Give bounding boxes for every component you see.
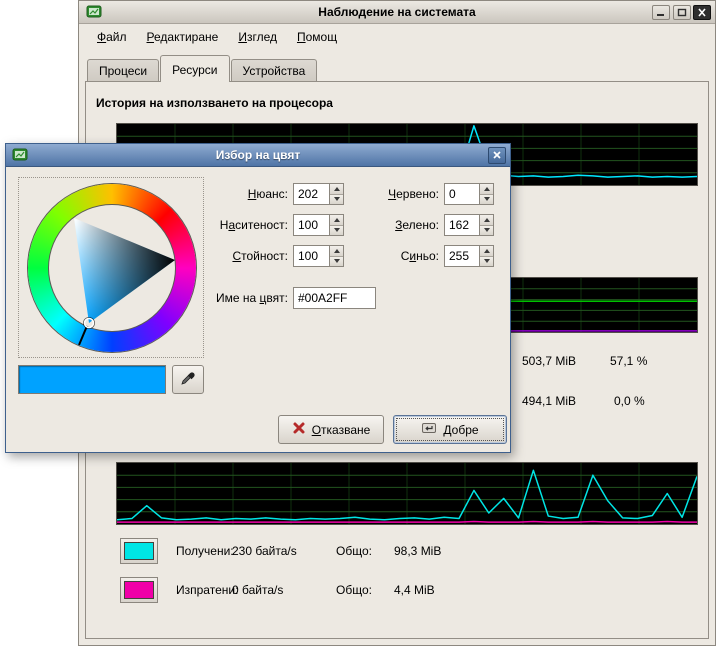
sent-total-label: Общо:: [336, 583, 372, 597]
received-total-label: Общо:: [336, 544, 372, 558]
hue-spin-up[interactable]: [330, 184, 343, 194]
red-spin-up[interactable]: [480, 184, 493, 194]
green-spin-down[interactable]: [480, 225, 493, 236]
menu-help[interactable]: Помощ: [287, 26, 347, 48]
tab-devices[interactable]: Устройства: [231, 59, 318, 82]
value-spin-down[interactable]: [330, 256, 343, 267]
color-name-input[interactable]: #00A2FF: [293, 287, 376, 309]
dialog-titlebar[interactable]: Избор на цвят: [6, 144, 510, 167]
cancel-button[interactable]: Отказване: [278, 415, 384, 444]
hue-ring[interactable]: [28, 184, 196, 352]
menubar: Файл Редактиране Изглед Помощ: [79, 25, 715, 49]
green-spinbox[interactable]: 162: [444, 214, 494, 236]
maximize-icon: [677, 6, 687, 20]
ok-icon: [421, 420, 437, 439]
minimize-button[interactable]: [652, 5, 670, 20]
main-titlebar[interactable]: Наблюдение на системата: [79, 1, 715, 24]
green-label: Зелено:: [356, 214, 439, 236]
menu-edit[interactable]: Редактиране: [137, 26, 229, 48]
desktop: Наблюдение на системата Файл Редактиране…: [0, 0, 717, 647]
color-name-label: Име на цвят:: [156, 287, 288, 309]
eyedropper-icon: [180, 370, 196, 389]
hue-label: Нюанс:: [191, 183, 288, 205]
menu-view[interactable]: Изглед: [228, 26, 287, 48]
blue-spin-up[interactable]: [480, 246, 493, 256]
cancel-icon: [292, 421, 306, 438]
memory-amount: 503,7 MiB: [522, 354, 576, 368]
red-label: Червено:: [356, 183, 439, 205]
green-spin-up[interactable]: [480, 215, 493, 225]
eyedropper-button[interactable]: [172, 365, 204, 394]
close-button[interactable]: [693, 5, 711, 20]
red-spinbox[interactable]: 0: [444, 183, 494, 205]
saturation-label: Наситеност:: [191, 214, 288, 236]
color-picker-dialog: Избор на цвят: [5, 143, 511, 453]
tab-resources[interactable]: Ресурси: [160, 55, 229, 82]
red-value[interactable]: 0: [445, 184, 479, 204]
memory-percent: 57,1 %: [610, 354, 647, 368]
received-rate: 230 байта/s: [232, 544, 297, 558]
sent-color-button[interactable]: [120, 577, 158, 603]
green-value[interactable]: 162: [445, 215, 479, 235]
blue-value[interactable]: 255: [445, 246, 479, 266]
saturation-spinbox[interactable]: 100: [293, 214, 344, 236]
blue-spinbox[interactable]: 255: [444, 245, 494, 267]
saturation-spin-down[interactable]: [330, 225, 343, 236]
blue-label: Синьо:: [356, 245, 439, 267]
window-title: Наблюдение на системата: [79, 1, 715, 24]
saturation-value[interactable]: 100: [294, 215, 329, 235]
blue-spin-down[interactable]: [480, 256, 493, 267]
dialog-title: Избор на цвят: [6, 144, 510, 167]
value-spin-up[interactable]: [330, 246, 343, 256]
ok-button-label: Добре: [443, 423, 478, 437]
ok-button[interactable]: Добре: [393, 415, 507, 444]
sent-rate: 0 байта/s: [232, 583, 283, 597]
received-color-swatch: [124, 542, 154, 560]
red-spin-down[interactable]: [480, 194, 493, 205]
hsv-triangle[interactable]: [28, 184, 196, 352]
received-label: Получени:: [176, 544, 234, 558]
cancel-button-label: Отказване: [312, 423, 371, 437]
dialog-close-button[interactable]: [488, 147, 506, 164]
swap-amount: 494,1 MiB: [522, 394, 576, 408]
sent-total: 4,4 MiB: [394, 583, 435, 597]
close-icon: [492, 149, 502, 163]
value-spinbox[interactable]: 100: [293, 245, 344, 267]
tab-bar: Процеси Ресурси Устройства: [87, 55, 317, 82]
hue-spin-down[interactable]: [330, 194, 343, 205]
hue-marker[interactable]: [79, 326, 87, 345]
received-total: 98,3 MiB: [394, 544, 441, 558]
swap-percent: 0,0 %: [614, 394, 645, 408]
menu-file[interactable]: Файл: [87, 26, 137, 48]
hue-spinbox[interactable]: 202: [293, 183, 344, 205]
saturation-spin-up[interactable]: [330, 215, 343, 225]
hsv-wheel[interactable]: [18, 177, 204, 358]
sent-label: Изпратени:: [176, 583, 238, 597]
color-preview: [18, 365, 166, 394]
maximize-button[interactable]: [673, 5, 691, 20]
network-history-graph: [116, 462, 698, 525]
cpu-history-heading: История на използването на процесора: [96, 96, 333, 110]
hue-value[interactable]: 202: [294, 184, 329, 204]
value-label: Стойност:: [191, 245, 288, 267]
value-value[interactable]: 100: [294, 246, 329, 266]
minimize-icon: [656, 6, 666, 20]
close-icon: [697, 6, 707, 20]
received-color-button[interactable]: [120, 538, 158, 564]
sent-color-swatch: [124, 581, 154, 599]
tab-processes[interactable]: Процеси: [87, 59, 159, 82]
